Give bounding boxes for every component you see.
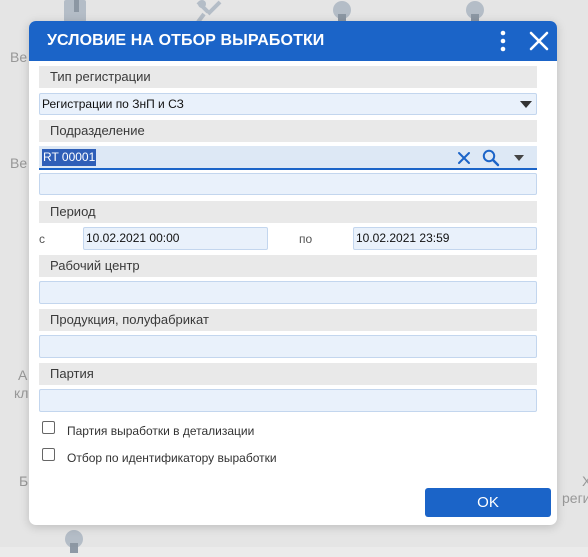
period-from-input[interactable]: 10.02.2021 00:00 — [83, 227, 268, 250]
section-registration-type: Тип регистрации — [39, 66, 537, 88]
product-input[interactable] — [39, 335, 537, 358]
section-period-label: Период — [50, 204, 96, 219]
period-from-value: 10.02.2021 00:00 — [86, 231, 180, 245]
close-icon[interactable] — [528, 30, 550, 52]
clear-icon[interactable] — [457, 151, 471, 165]
search-icon[interactable] — [482, 149, 500, 167]
subdivision-extra-field[interactable] — [39, 173, 537, 195]
kebab-menu-icon[interactable] — [495, 29, 511, 53]
section-subdivision-label: Подразделение — [50, 123, 145, 138]
registration-type-select[interactable]: Регистрации по ЗнП и СЗ — [39, 93, 537, 115]
section-registration-type-label: Тип регистрации — [50, 69, 151, 84]
batch-detail-checkbox-label[interactable]: Партия выработки в детализации — [67, 424, 254, 438]
ok-button[interactable]: OK — [425, 488, 551, 517]
section-subdivision: Подразделение — [39, 120, 537, 142]
section-period: Период — [39, 201, 537, 223]
section-product: Продукция, полуфабрикат — [39, 309, 537, 331]
section-batch-label: Партия — [50, 366, 94, 381]
output-id-checkbox[interactable] — [42, 448, 55, 461]
subdivision-value: RT 00001 — [42, 149, 97, 166]
subdivision-input[interactable]: RT 00001 — [39, 146, 537, 170]
section-work-center-label: Рабочий центр — [50, 258, 140, 273]
filter-dialog: УСЛОВИЕ НА ОТБОР ВЫРАБОТКИ Тип регистрац… — [29, 21, 557, 525]
subdivision-dropdown-icon[interactable] — [514, 155, 524, 161]
period-to-value: 10.02.2021 23:59 — [356, 231, 450, 245]
batch-input[interactable] — [39, 389, 537, 412]
work-center-input[interactable] — [39, 281, 537, 304]
registration-type-value: Регистрации по ЗнП и СЗ — [42, 97, 184, 111]
section-work-center: Рабочий центр — [39, 255, 537, 277]
period-to-input[interactable]: 10.02.2021 23:59 — [353, 227, 537, 250]
period-from-label: с — [39, 232, 45, 246]
chevron-down-icon[interactable] — [520, 101, 532, 108]
batch-detail-checkbox[interactable] — [42, 421, 55, 434]
dialog-title: УСЛОВИЕ НА ОТБОР ВЫРАБОТКИ — [47, 32, 325, 49]
period-to-label: по — [299, 232, 313, 246]
output-id-checkbox-label[interactable]: Отбор по идентификатору выработки — [67, 451, 277, 465]
section-batch: Партия — [39, 363, 537, 385]
dialog-titlebar: УСЛОВИЕ НА ОТБОР ВЫРАБОТКИ — [29, 21, 557, 61]
section-product-label: Продукция, полуфабрикат — [50, 312, 209, 327]
